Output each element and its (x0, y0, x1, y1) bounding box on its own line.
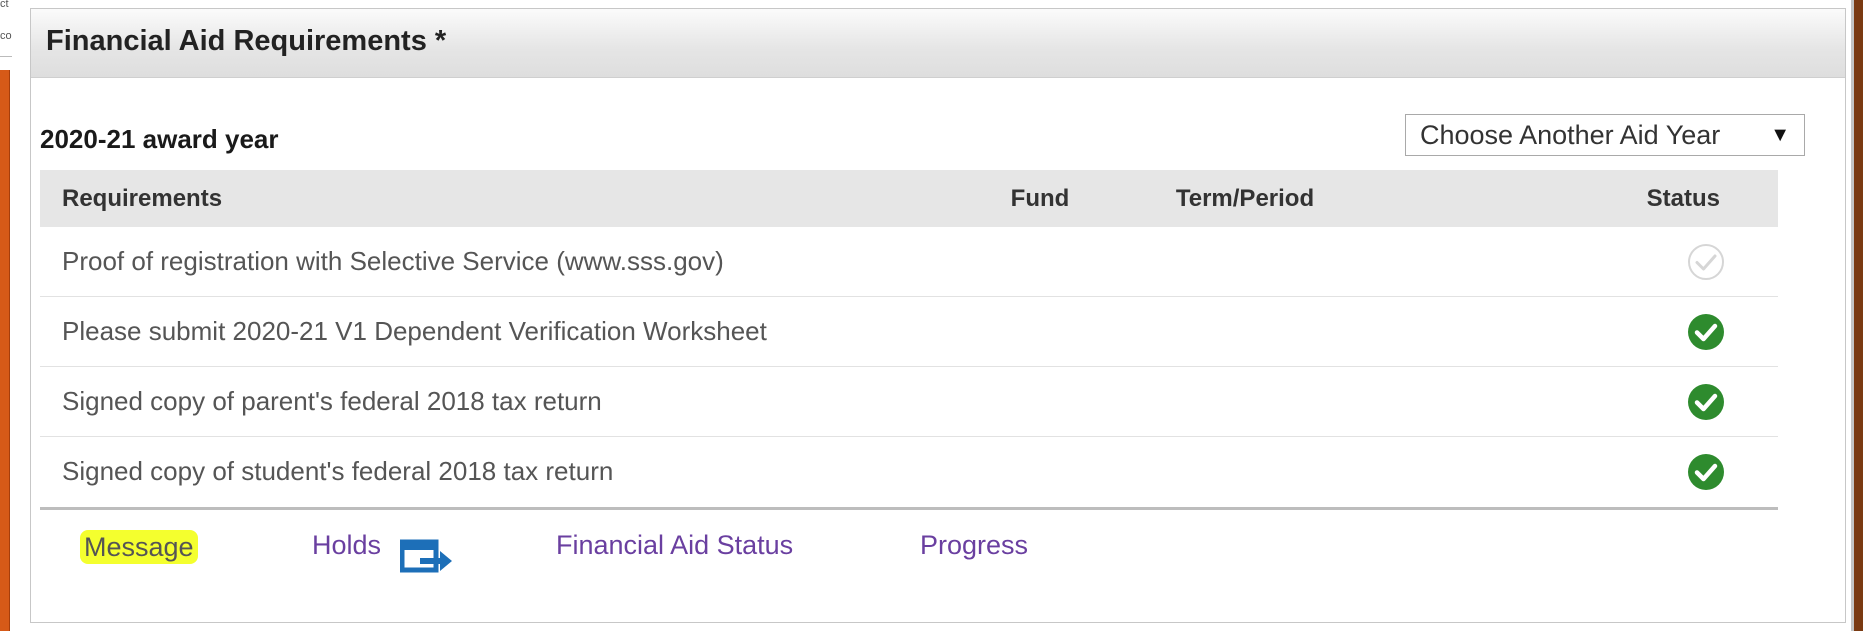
status-cell (1360, 296, 1778, 367)
external-link-icon[interactable] (400, 536, 454, 576)
term-cell (1130, 296, 1360, 367)
check-circle-icon (1688, 453, 1724, 490)
fund-cell (950, 437, 1130, 507)
table-row: Proof of registration with Selective Ser… (40, 227, 1778, 297)
header-fund: Fund (950, 170, 1130, 227)
panel-title: Financial Aid Requirements * (46, 25, 447, 57)
check-outline-icon (1688, 243, 1724, 280)
fund-cell (950, 296, 1130, 367)
left-text-fragment-2: co (0, 30, 12, 42)
header-status: Status (1360, 170, 1778, 227)
holds-link[interactable]: Holds (312, 530, 381, 561)
dropdown-arrow-icon: ▼ (1770, 124, 1790, 146)
term-cell (1130, 366, 1360, 437)
left-divider (0, 56, 12, 57)
header-term-period: Term/Period (1130, 170, 1360, 227)
left-orange-bar-edge (9, 70, 10, 631)
header-requirements: Requirements (40, 170, 950, 227)
term-cell (1130, 437, 1360, 507)
table-bottom-rule (40, 507, 1778, 510)
requirement-cell: Proof of registration with Selective Ser… (40, 227, 950, 297)
status-cell (1360, 366, 1778, 437)
requirements-table: Requirements Fund Term/Period Status Pro… (40, 170, 1778, 506)
message-link[interactable]: Message (76, 530, 202, 565)
aid-year-select-value: Choose Another Aid Year (1420, 120, 1721, 150)
table-row: Signed copy of student's federal 2018 ta… (40, 437, 1778, 507)
term-cell (1130, 227, 1360, 297)
left-text-fragment-1: ct (0, 0, 9, 10)
fund-cell (950, 366, 1130, 437)
progress-link[interactable]: Progress (920, 530, 1028, 561)
left-orange-bar (0, 70, 9, 631)
financial-aid-status-link[interactable]: Financial Aid Status (556, 530, 793, 561)
check-circle-icon (1688, 313, 1724, 350)
message-link-label: Message (80, 530, 198, 564)
fund-cell (950, 227, 1130, 297)
requirement-cell: Signed copy of student's federal 2018 ta… (62, 456, 614, 486)
aid-year-select[interactable]: Choose Another Aid Year ▼ (1405, 114, 1805, 156)
requirement-cell: Signed copy of parent's federal 2018 tax… (40, 366, 950, 437)
status-cell (1360, 437, 1778, 507)
table-row: Signed copy of parent's federal 2018 tax… (40, 366, 1778, 437)
check-circle-icon (1688, 383, 1724, 420)
award-year-label: 2020-21 award year (40, 124, 279, 154)
status-cell (1360, 227, 1778, 297)
right-dark-bar (1854, 0, 1863, 631)
table-row: Please submit 2020-21 V1 Dependent Verif… (40, 296, 1778, 367)
panel-header: Financial Aid Requirements * (31, 9, 1845, 78)
table-header-row: Requirements Fund Term/Period Status (40, 170, 1778, 227)
requirement-cell: Please submit 2020-21 V1 Dependent Verif… (40, 296, 950, 367)
